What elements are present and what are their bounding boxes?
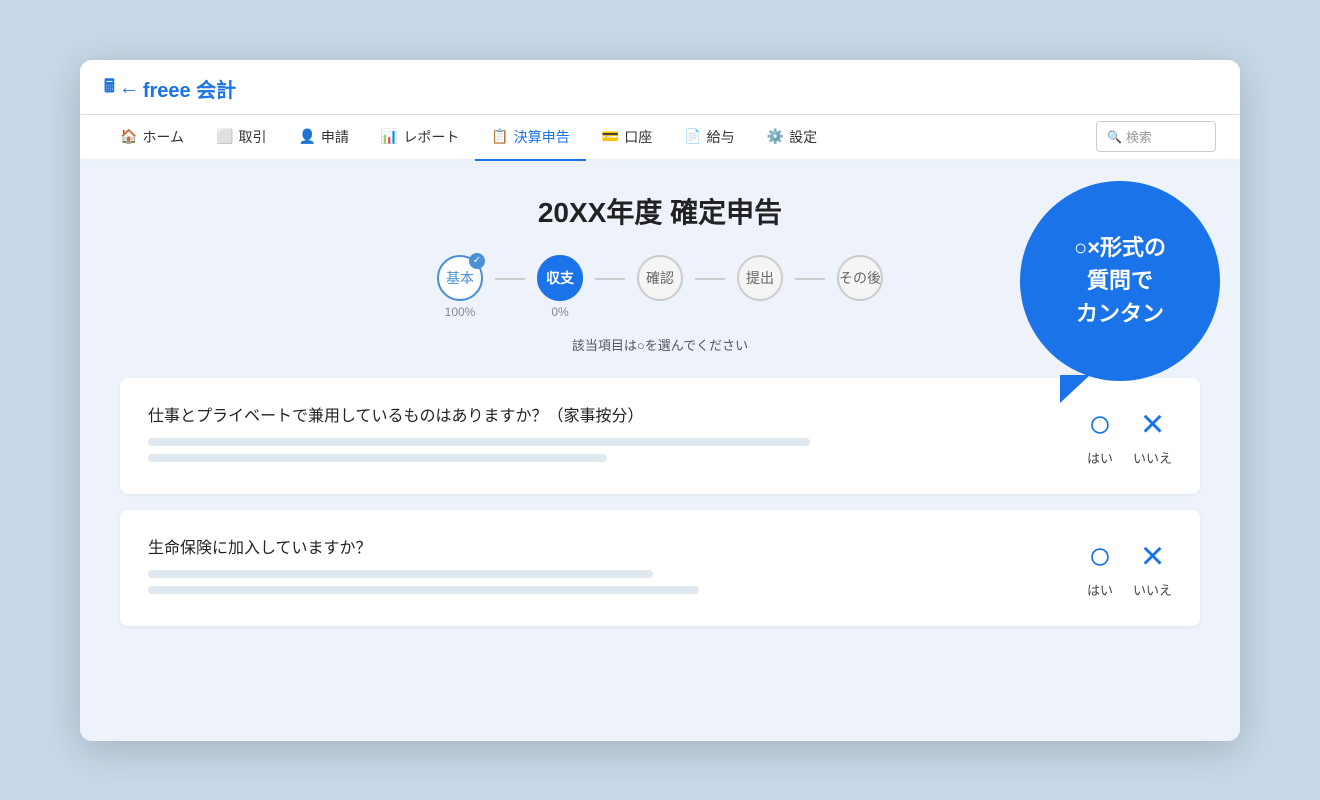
nav-torihiki-label: 取引 (238, 127, 266, 147)
step-teishutsu: 提出 (737, 255, 783, 301)
speech-bubble: ○×形式の 質問で カンタン (1020, 181, 1220, 381)
browser-window: 🖩 ← freee 会計 🏠 ホーム ⬜ 取引 👤 申請 📊 レポート 📋 決算… (80, 60, 1240, 741)
step-kakunin-label: 確認 (646, 268, 674, 288)
step-kihon-check: ✓ (469, 253, 485, 269)
answer-yes-label-1: はい (1087, 448, 1113, 467)
step-sonogo-label: その後 (839, 268, 881, 288)
step-kakunin-circle: 確認 (637, 255, 683, 301)
step-kihon-circle: 基本 ✓ (437, 255, 483, 301)
step-sonogo: その後 (837, 255, 883, 301)
question-content-1: 仕事とプライベートで兼用しているものはありますか？（家事按分） (148, 402, 1067, 470)
connector-4 (795, 278, 825, 280)
nav-report-label: レポート (403, 127, 459, 147)
question-line-2a (148, 570, 653, 578)
nav-shinsei[interactable]: 👤 申請 (282, 115, 364, 161)
nav-home[interactable]: 🏠 ホーム (104, 115, 200, 161)
nav-settings-label: 設定 (789, 127, 817, 147)
question-card-1: 仕事とプライベートで兼用しているものはありますか？（家事按分） ○ はい × い… (120, 378, 1200, 494)
step-teishutsu-label: 提出 (746, 268, 774, 288)
step-kakunin: 確認 (637, 255, 683, 301)
nav-kessan[interactable]: 📋 決算申告 (475, 115, 585, 161)
connector-3 (695, 278, 725, 280)
connector-1 (495, 278, 525, 280)
bubble-line2: 質問で (1074, 264, 1166, 297)
question-content-2: 生命保険に加入していますか？ (148, 534, 1067, 602)
nav-kyuyo[interactable]: 📄 給与 (668, 115, 750, 161)
nav-koza-label: 口座 (624, 127, 652, 147)
bubble-text: ○×形式の 質問で カンタン (1064, 221, 1176, 340)
step-kihon-label: 基本 (446, 268, 474, 288)
shinsei-icon: 👤 (298, 128, 315, 145)
step-shushi-label: 収支 (546, 268, 574, 288)
torihiki-icon: ⬜ (216, 128, 233, 145)
question-answers-2: ○ はい × いいえ (1087, 536, 1172, 599)
nav-kessan-label: 決算申告 (514, 127, 570, 147)
logo-icon: 🖩 (104, 74, 115, 104)
nav-bar: 🏠 ホーム ⬜ 取引 👤 申請 📊 レポート 📋 決算申告 💳 口座 📄 給与 (80, 115, 1240, 161)
nav-kyuyo-label: 給与 (707, 127, 735, 147)
answer-yes-1[interactable]: ○ はい (1087, 404, 1113, 467)
logo-arrow: ← (119, 77, 139, 100)
question-line-1b (148, 454, 607, 462)
step-sonogo-circle: その後 (837, 255, 883, 301)
report-icon: 📊 (381, 128, 398, 145)
question-card-2: 生命保険に加入していますか？ ○ はい × いいえ (120, 510, 1200, 626)
step-shushi: 収支 0% (537, 255, 583, 319)
nav-report[interactable]: 📊 レポート (365, 115, 475, 161)
bubble-line1: ○×形式の (1074, 231, 1166, 264)
question-title-1: 仕事とプライベートで兼用しているものはありますか？（家事按分） (148, 402, 1067, 426)
search-placeholder: 検索 (1126, 127, 1152, 146)
logo-brand: freee 会計 (143, 74, 236, 103)
search-box[interactable]: 🔍 検索 (1096, 121, 1216, 152)
answer-no-label-1: いいえ (1133, 448, 1172, 467)
step-shushi-percent: 0% (551, 305, 568, 319)
nav-torihiki[interactable]: ⬜ 取引 (200, 115, 282, 161)
nav-koza[interactable]: 💳 口座 (586, 115, 668, 161)
answer-no-label-2: いいえ (1133, 580, 1172, 599)
connector-2 (595, 278, 625, 280)
step-teishutsu-circle: 提出 (737, 255, 783, 301)
home-icon: 🏠 (120, 128, 137, 145)
step-kihon-percent: 100% (445, 305, 476, 319)
search-icon: 🔍 (1107, 130, 1122, 144)
kessan-icon: 📋 (491, 128, 508, 145)
question-answers-1: ○ はい × いいえ (1087, 404, 1172, 467)
batsu-symbol-2: × (1141, 536, 1164, 576)
answer-yes-2[interactable]: ○ はい (1087, 536, 1113, 599)
koza-icon: 💳 (602, 128, 619, 145)
question-line-2b (148, 586, 699, 594)
main-content: 20XX年度 確定申告 基本 ✓ 100% 収支 0% (80, 161, 1240, 741)
maru-symbol-1: ○ (1088, 404, 1112, 444)
kyuyo-icon: 📄 (684, 128, 701, 145)
top-bar: 🖩 ← freee 会計 (80, 60, 1240, 115)
settings-icon: ⚙️ (767, 128, 784, 145)
batsu-symbol-1: × (1141, 404, 1164, 444)
question-title-2: 生命保険に加入していますか？ (148, 534, 1067, 558)
logo: 🖩 ← freee 会計 (104, 74, 236, 104)
answer-no-1[interactable]: × いいえ (1133, 404, 1172, 467)
question-line-1a (148, 438, 810, 446)
bubble-line3: カンタン (1074, 297, 1166, 330)
step-kihon: 基本 ✓ 100% (437, 255, 483, 319)
answer-no-2[interactable]: × いいえ (1133, 536, 1172, 599)
nav-shinsei-label: 申請 (321, 127, 349, 147)
answer-yes-label-2: はい (1087, 580, 1113, 599)
logo-area: 🖩 ← freee 会計 (104, 60, 1216, 114)
maru-symbol-2: ○ (1088, 536, 1112, 576)
nav-home-label: ホーム (142, 127, 184, 147)
nav-settings[interactable]: ⚙️ 設定 (751, 115, 833, 161)
step-shushi-circle: 収支 (537, 255, 583, 301)
